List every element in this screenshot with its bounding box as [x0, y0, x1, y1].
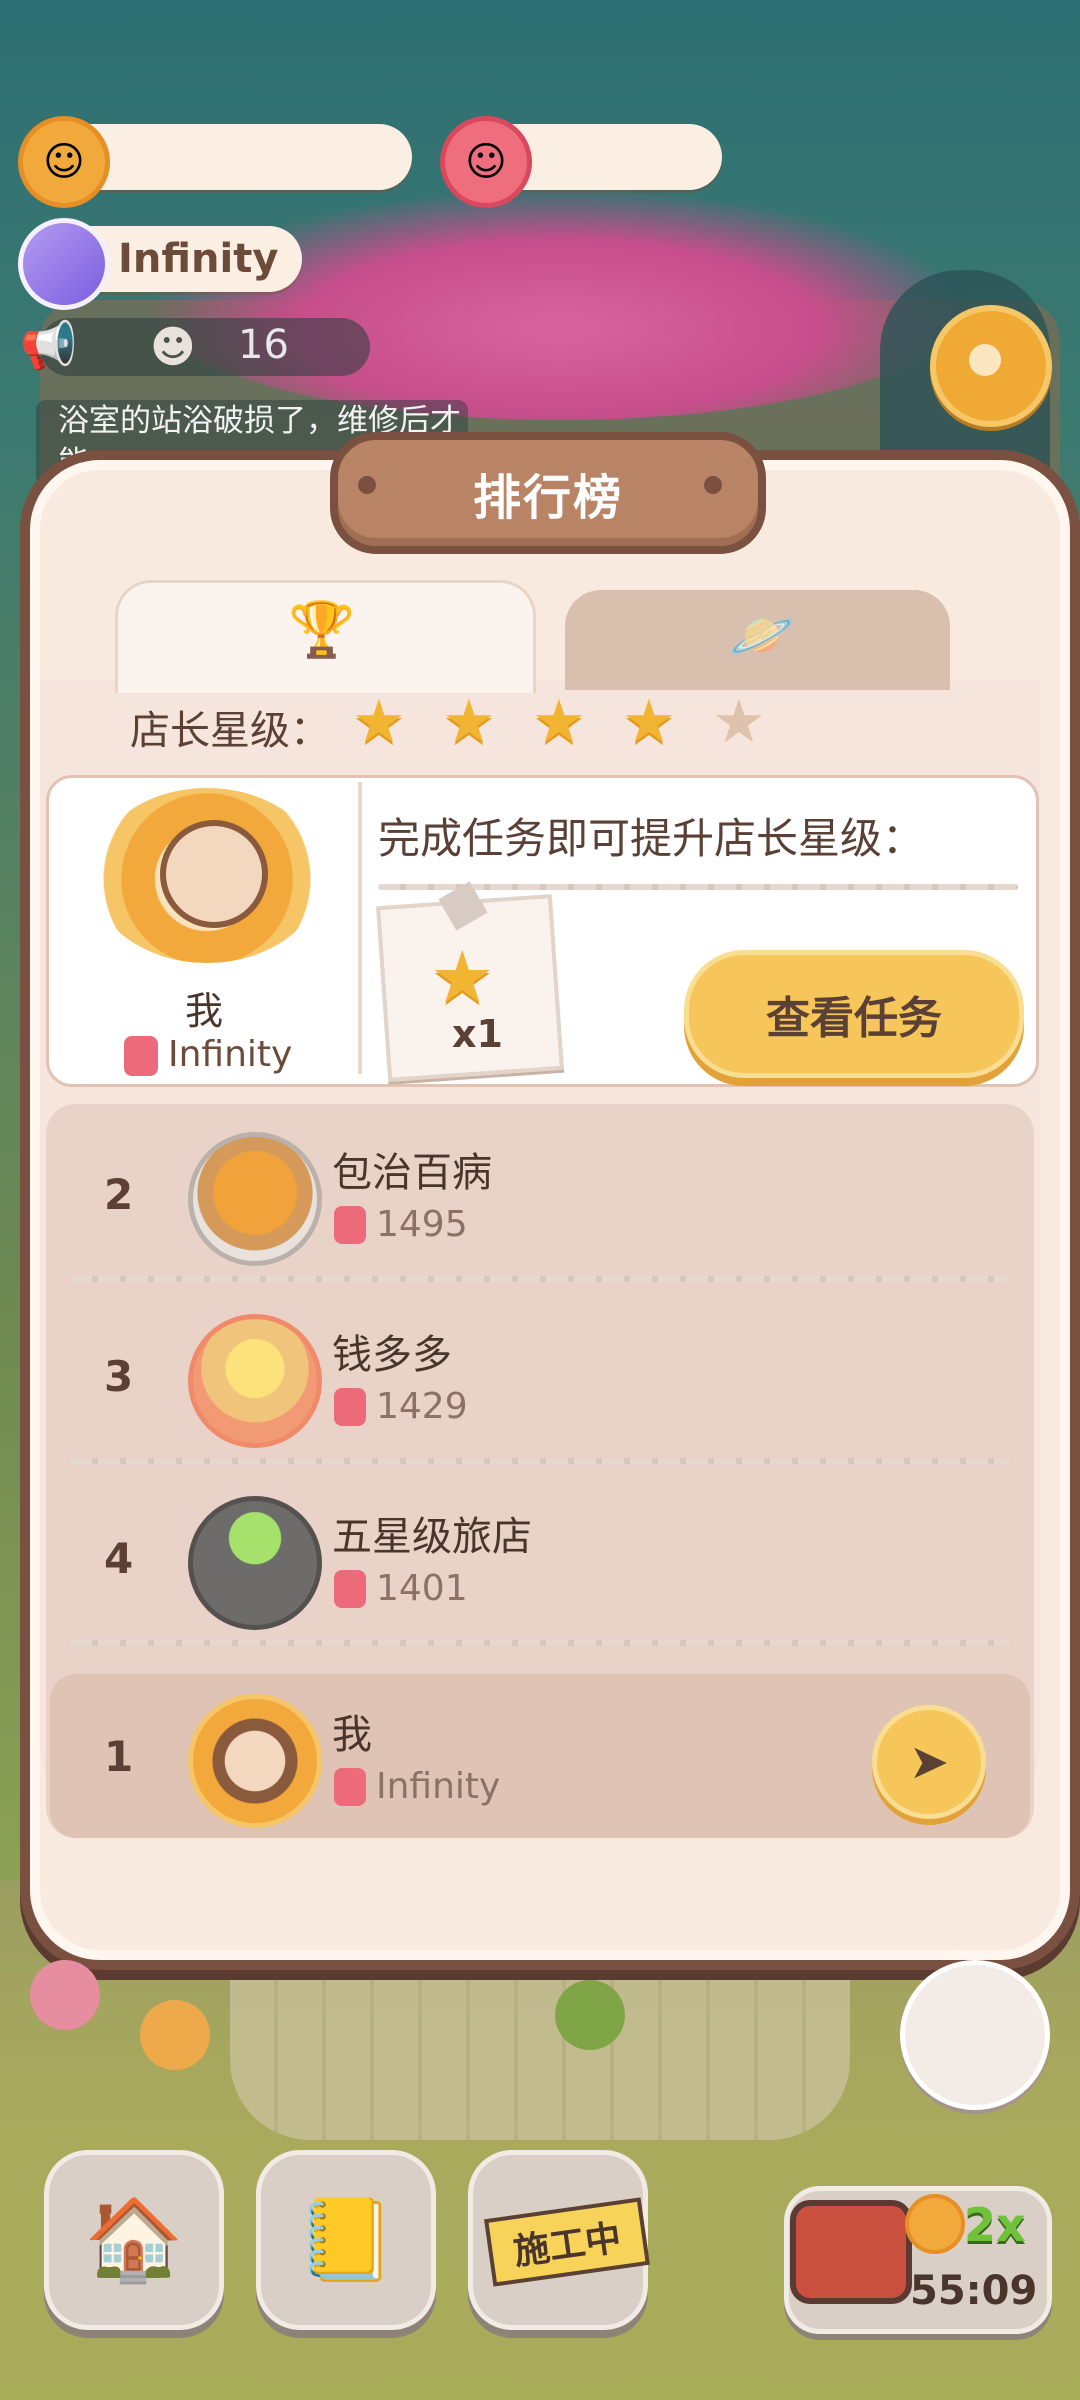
row-divider — [70, 1458, 1010, 1464]
trophy-icon: 🏆 — [288, 598, 356, 661]
player-name: 钱多多 — [332, 1332, 452, 1378]
row-divider — [70, 1276, 1010, 1282]
star-icon-4: ★ — [622, 687, 676, 757]
rank-number: 4 — [104, 1534, 134, 1583]
cake-score-icon — [334, 1206, 366, 1244]
diary-icon: 📒 — [296, 2193, 396, 2286]
player-score: 1401 — [376, 1568, 468, 1609]
player-avatar[interactable] — [188, 1496, 322, 1630]
gem-icon — [18, 218, 110, 310]
view-tasks-button[interactable]: 查看任务 — [684, 950, 1024, 1078]
my-row-name: 我 — [332, 1712, 372, 1758]
send-icon: ➤ — [908, 1734, 950, 1790]
my-name: 我 — [185, 989, 224, 1033]
character-sprite — [140, 2000, 210, 2070]
title-rivet-left — [358, 476, 376, 494]
star-icon-1: ★ — [352, 687, 406, 757]
cake-score-icon — [334, 1388, 366, 1426]
my-row-score: Infinity — [376, 1766, 501, 1807]
star-icon-3: ★ — [532, 687, 586, 757]
my-score: Infinity — [168, 1034, 293, 1075]
player-score: 1495 — [376, 1204, 468, 1245]
star-icon-2: ★ — [442, 687, 496, 757]
chef-avatar-button[interactable] — [900, 1960, 1050, 2110]
player-name: 包治百病 — [332, 1150, 492, 1196]
boost-timer: 55:09 — [910, 2268, 1038, 2314]
reward-star-icon: ★ — [430, 935, 495, 1019]
modal-title: 排行榜 — [330, 432, 766, 554]
diary-button[interactable]: 📒 — [256, 2150, 436, 2330]
my-row-avatar[interactable] — [188, 1694, 322, 1828]
ghost-count: 16 — [238, 322, 289, 368]
row-divider — [70, 1640, 1010, 1646]
player-avatar[interactable] — [188, 1314, 322, 1448]
reward-quantity: x1 — [452, 1012, 503, 1056]
cookie-icon — [905, 2194, 965, 2254]
gem-currency-value: Infinity — [118, 236, 279, 282]
my-rank-number: 1 — [104, 1732, 134, 1781]
house-button[interactable]: 🏠 — [44, 2150, 224, 2330]
player-avatar[interactable] — [188, 1132, 322, 1266]
title-rivet-right — [704, 476, 722, 494]
background-flower-roof — [150, 190, 970, 420]
settings-gear-button[interactable] — [930, 305, 1052, 427]
owner-stars-label: 店长星级： — [130, 708, 330, 754]
character-sprite — [30, 1960, 100, 2030]
star-icon-5: ★ — [712, 687, 766, 757]
house-icon: 🏠 — [84, 2193, 184, 2286]
cookie-icon: ☺ — [18, 116, 110, 208]
notice-bar[interactable] — [40, 318, 370, 376]
task-prompt: 完成任务即可提升店长星级： — [378, 814, 925, 863]
rank-number: 2 — [104, 1170, 134, 1219]
rank-number: 3 — [104, 1352, 134, 1401]
player-name: 五星级旅店 — [332, 1514, 532, 1560]
cake-icon: ☺ — [440, 116, 532, 208]
my-avatar[interactable] — [160, 820, 268, 928]
cake-score-icon — [334, 1570, 366, 1608]
ghost-icon: ☻ — [150, 322, 196, 373]
card-divider — [358, 782, 362, 1074]
share-send-button[interactable]: ➤ — [872, 1705, 986, 1819]
planet-icon: 🪐 — [728, 604, 796, 667]
character-sprite — [555, 1980, 625, 2050]
tv-icon — [790, 2200, 912, 2304]
cake-score-icon — [124, 1036, 158, 1076]
megaphone-icon: 📢 — [20, 318, 78, 372]
player-score: 1429 — [376, 1386, 468, 1427]
cake-score-icon — [334, 1768, 366, 1806]
boost-multiplier: 2x — [964, 2198, 1026, 2252]
